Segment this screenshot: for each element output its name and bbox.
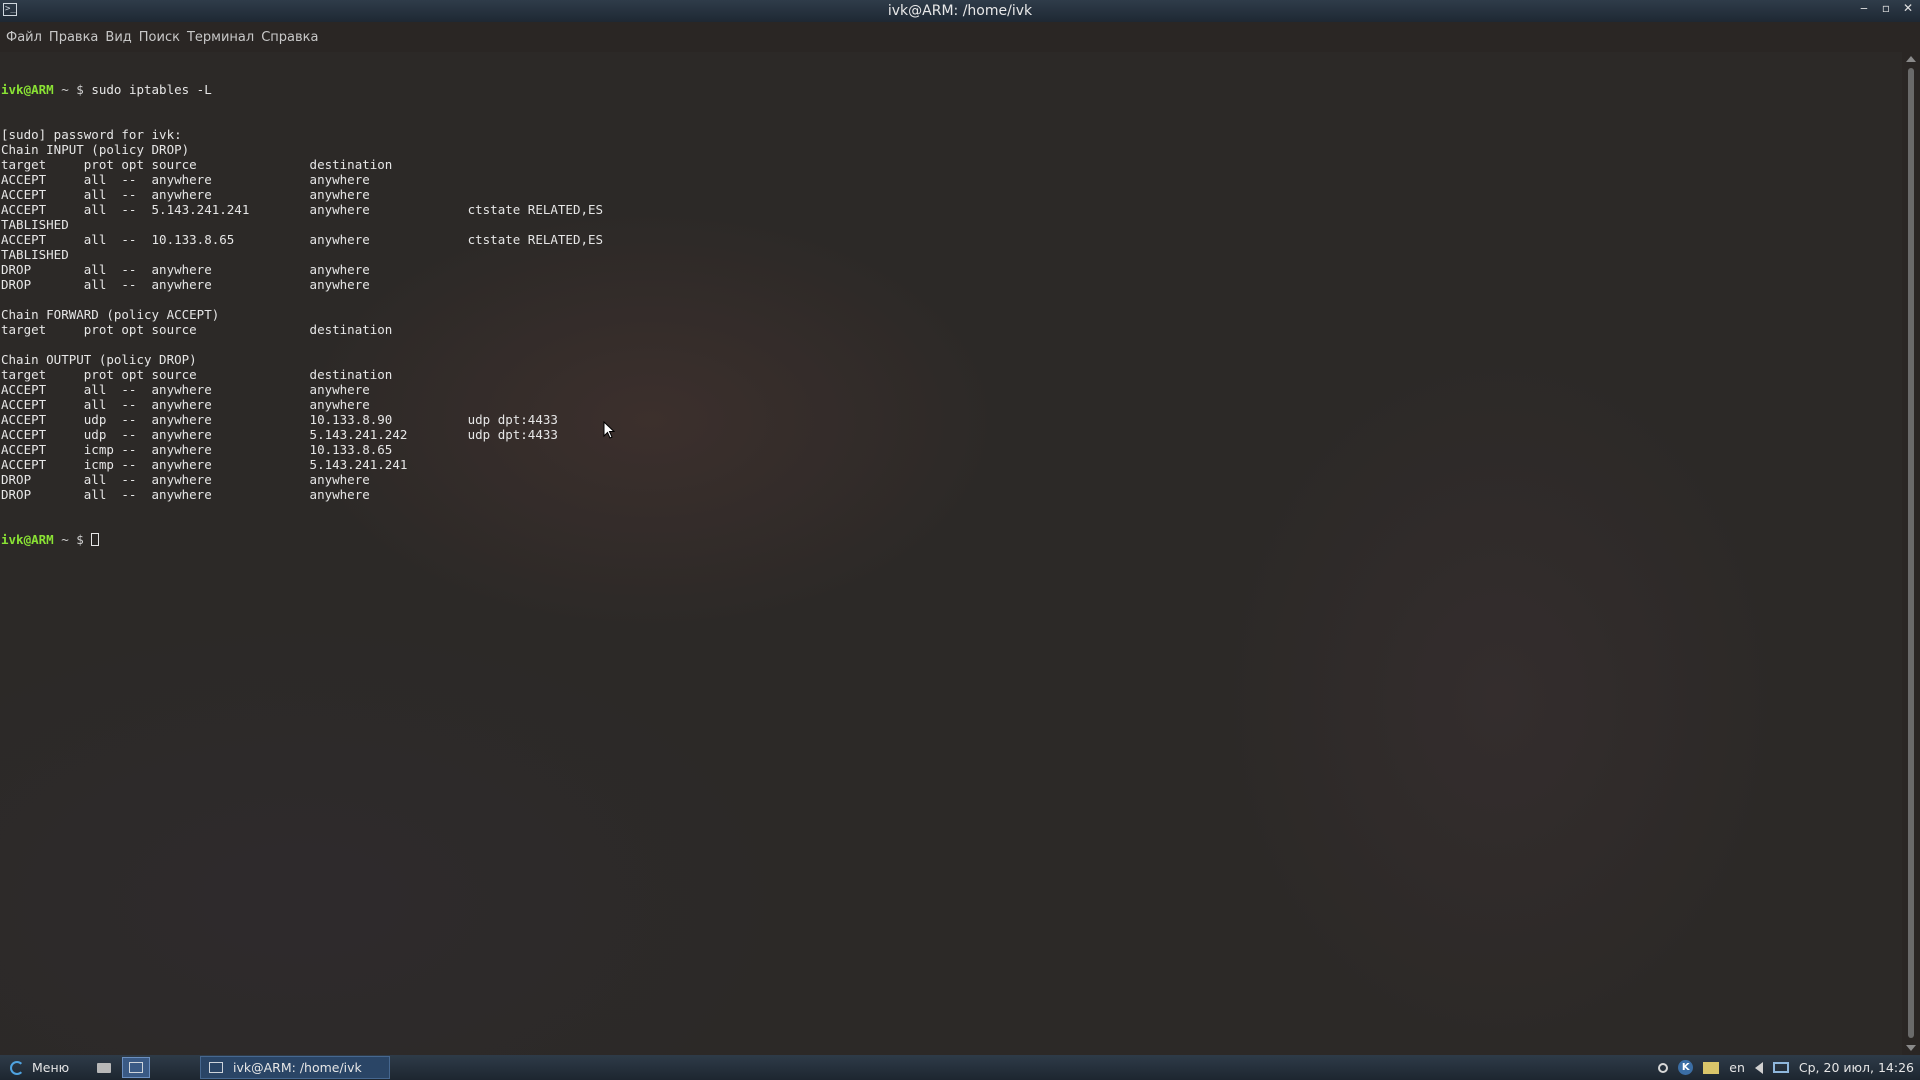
window-titlebar[interactable]: >_ ivk@ARM: /home/ivk ‒ ▫ ✕ [0, 0, 1920, 22]
menu-logo-icon [10, 1060, 24, 1075]
menu-view[interactable]: Вид [105, 30, 131, 45]
start-menu-button[interactable]: Меню [0, 1055, 86, 1080]
maximize-button[interactable]: ▫ [1880, 1, 1892, 15]
key-icon[interactable] [1658, 1062, 1669, 1073]
scroll-up-arrow-icon[interactable] [1906, 56, 1916, 62]
minimize-button[interactable]: ‒ [1858, 1, 1870, 15]
output-lines: [sudo] password for ivk: Chain INPUT (pol… [1, 127, 1902, 502]
terminal-output-line: Chain INPUT (policy DROP) [1, 142, 190, 157]
terminal-icon [129, 1062, 143, 1073]
menubar: Файл Правка Вид Поиск Терминал Справка [0, 22, 1920, 52]
menu-edit[interactable]: Правка [49, 30, 98, 45]
k-app-icon[interactable]: K [1678, 1060, 1694, 1075]
folder-icon [97, 1062, 111, 1073]
terminal-launcher[interactable] [122, 1057, 150, 1078]
terminal-scrollbar[interactable] [1902, 52, 1920, 1055]
volume-icon[interactable] [1754, 1061, 1763, 1074]
taskbar-window-label: ivk@ARM: /home/ivk [233, 1060, 362, 1075]
quick-launch [90, 1057, 182, 1078]
terminal-icon [209, 1062, 223, 1073]
terminal-output-line: target prot opt source destination [1, 157, 393, 172]
prompt-user: ivk@ARM [1, 532, 54, 547]
terminal-output-line: ACCEPT icmp -- anywhere 5.143.241.241 [1, 457, 408, 472]
terminal-output-line: TABLISHED [1, 247, 69, 262]
network-icon[interactable] [1703, 1061, 1720, 1074]
terminal-output-line: DROP all -- anywhere anywhere [1, 487, 370, 502]
window-title: ivk@ARM: /home/ivk [887, 3, 1033, 19]
scrollbar-thumb[interactable] [1908, 68, 1914, 1038]
mouse-pointer-icon [603, 421, 615, 439]
terminal-output-line: ACCEPT all -- anywhere anywhere [1, 397, 370, 412]
terminal-output-line: DROP all -- anywhere anywhere [1, 472, 370, 487]
window-controls: ‒ ▫ ✕ [1858, 1, 1914, 15]
keyboard-layout-indicator[interactable]: en [1729, 1060, 1745, 1075]
command-line: ivk@ARM ~ $ sudo iptables -L [1, 82, 1902, 97]
terminal-output-line: TABLISHED [1, 217, 69, 232]
menu-file[interactable]: Файл [6, 30, 42, 45]
prompt-user: ivk@ARM [1, 82, 54, 97]
terminal-output-line: DROP all -- anywhere anywhere [1, 262, 370, 277]
command-text: sudo iptables -L [91, 82, 212, 97]
taskbar-window-terminal[interactable]: ivk@ARM: /home/ivk [200, 1056, 390, 1079]
terminal-app-icon[interactable]: >_ [3, 3, 17, 16]
terminal-output-line: [sudo] password for ivk: [1, 127, 182, 142]
prompt-path: ~ $ [53, 82, 92, 97]
menu-search[interactable]: Поиск [139, 30, 180, 45]
terminal-output-line: ACCEPT all -- anywhere anywhere [1, 187, 370, 202]
terminal-output-line: ACCEPT udp -- anywhere 10.133.8.90 udp d… [1, 412, 558, 427]
clock[interactable]: Ср, 20 июл, 14:26 [1799, 1060, 1914, 1075]
terminal-output-area[interactable]: ivk@ARM ~ $ sudo iptables -L [sudo] pass… [0, 52, 1902, 1055]
start-menu-label: Меню [32, 1060, 70, 1075]
close-button[interactable]: ✕ [1902, 1, 1914, 15]
terminal-output-line: ACCEPT all -- anywhere anywhere [1, 172, 370, 187]
current-prompt-line[interactable]: ivk@ARM ~ $ [1, 532, 1902, 547]
taskbar: Меню ivk@ARM: /home/ivk K en Ср, 20 июл,… [0, 1055, 1920, 1080]
show-desktop-launcher[interactable] [154, 1057, 182, 1078]
terminal-output-line: DROP all -- anywhere anywhere [1, 277, 370, 292]
terminal-output-line: target prot opt source destination [1, 367, 393, 382]
scroll-down-arrow-icon[interactable] [1906, 1045, 1916, 1051]
terminal-output-line: ACCEPT all -- 10.133.8.65 anywhere ctsta… [1, 232, 604, 247]
terminal-output-line: target prot opt source destination [1, 322, 393, 337]
system-tray: K en Ср, 20 июл, 14:26 [1658, 1055, 1914, 1080]
terminal-output-line: Chain FORWARD (policy ACCEPT) [1, 307, 220, 322]
prompt-path: ~ $ [53, 532, 92, 547]
menu-terminal[interactable]: Терминал [187, 30, 254, 45]
terminal-output-line: ACCEPT all -- 5.143.241.241 anywhere cts… [1, 202, 604, 217]
terminal-output-line: ACCEPT icmp -- anywhere 10.133.8.65 [1, 442, 393, 457]
display-icon[interactable] [1772, 1062, 1789, 1073]
text-cursor [91, 533, 100, 546]
terminal-output-line: ACCEPT all -- anywhere anywhere [1, 382, 370, 397]
menu-help[interactable]: Справка [261, 30, 318, 45]
terminal-output-line: Chain OUTPUT (policy DROP) [1, 352, 197, 367]
file-manager-launcher[interactable] [90, 1057, 118, 1078]
terminal-output-line: ACCEPT udp -- anywhere 5.143.241.242 udp… [1, 427, 558, 442]
